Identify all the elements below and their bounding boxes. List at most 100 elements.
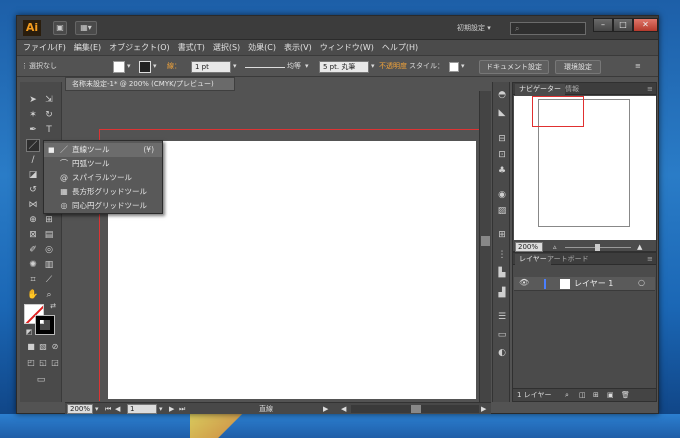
horizontal-scroll-thumb[interactable] (411, 405, 421, 413)
slice-tool-icon[interactable]: ⟋ (42, 274, 56, 287)
scroll-right-icon[interactable]: ▶ (481, 404, 486, 414)
page-dropdown-icon[interactable]: ▾ (159, 404, 163, 414)
transparency-icon[interactable]: ◐ (496, 348, 508, 359)
draw-inside-icon[interactable]: ◲ (48, 356, 62, 369)
flyout-item-line[interactable]: ■ ／ 直線ツール (¥) (44, 143, 162, 157)
scroll-left-icon[interactable]: ◀ (341, 404, 346, 414)
vertical-scroll-thumb[interactable] (481, 236, 490, 246)
style-dropdown-icon[interactable]: ▾ (461, 60, 465, 73)
document-tab[interactable]: 名称未設定-1* @ 200% (CMYK/プレビュー) (65, 77, 235, 91)
default-colors-icon[interactable]: ◩ (22, 326, 36, 339)
zoom-dropdown-icon[interactable]: ▾ (95, 404, 99, 414)
gradient-tool-icon[interactable]: ▤ (42, 229, 56, 242)
hand-tool-icon[interactable]: ✋ (26, 289, 40, 302)
new-layer-icon[interactable]: ▣ (607, 390, 614, 400)
menu-edit[interactable]: 編集(E) (74, 42, 101, 53)
paintbrush-icon[interactable]: ∕ (26, 154, 40, 167)
layers-stack-icon[interactable]: ▙ (496, 268, 508, 279)
screen-mode-icon[interactable]: ▭ (34, 374, 48, 387)
fill-swatch[interactable] (113, 61, 125, 73)
fill-dropdown-icon[interactable]: ▾ (127, 60, 131, 73)
menu-type[interactable]: 書式(T) (178, 42, 205, 53)
layer-target-icon[interactable]: ○ (638, 278, 645, 287)
arrange-documents-icon[interactable]: ▦▾ (75, 21, 97, 35)
variable-width-profile[interactable]: 均等 (287, 60, 301, 73)
artboards-icon[interactable]: ▟ (496, 288, 508, 299)
opacity-label[interactable]: 不透明度 (379, 60, 407, 73)
stroke-weight-field[interactable]: 1 pt (191, 61, 231, 73)
blend-tool-icon[interactable]: ◎ (42, 244, 56, 257)
canvas-area[interactable] (65, 91, 492, 401)
selection-tool-icon[interactable]: ➤ (26, 94, 40, 107)
navigator-zoom-field[interactable]: 200% (515, 242, 543, 252)
line-segment-tool-icon[interactable]: ／ (26, 139, 40, 152)
graphic-style-swatch[interactable] (449, 62, 459, 72)
locate-object-icon[interactable]: ⌕ (565, 390, 569, 400)
pathfinder-icon[interactable]: ⊞ (496, 230, 508, 241)
flyout-item-polar-grid[interactable]: ◎ 同心円グリッドツール (44, 199, 162, 213)
eyedropper-icon[interactable]: ✐ (26, 244, 40, 257)
none-mode-icon[interactable]: ⊘ (48, 340, 62, 353)
navigator-menu-icon[interactable]: ≡ (643, 84, 657, 95)
menu-select[interactable]: 選択(S) (213, 42, 240, 53)
close-button[interactable]: ✕ (633, 18, 658, 32)
artboard[interactable] (108, 141, 476, 399)
stroke-label[interactable]: 線： (167, 60, 181, 73)
tab-navigator[interactable]: ナビゲーター (515, 84, 565, 95)
transform-icon[interactable]: ⊡ (496, 150, 508, 161)
appearance-icon[interactable]: ◓ (496, 90, 508, 101)
horizontal-scrollbar[interactable] (351, 405, 479, 413)
navigator-view-box[interactable] (532, 96, 584, 127)
direct-selection-tool-icon[interactable]: ⇲ (42, 94, 56, 107)
color-icon[interactable]: ◉ (496, 190, 508, 201)
panel-menu-icon[interactable]: ≡ (635, 60, 641, 73)
document-setup-button[interactable]: ドキュメント設定 (479, 60, 549, 74)
artboard-number-field[interactable]: 1 (127, 404, 157, 414)
next-page-icon[interactable]: ▶ (169, 404, 174, 414)
stroke-panel-icon[interactable]: ☰ (496, 312, 508, 323)
mesh-tool-icon[interactable]: ⊠ (26, 229, 40, 242)
new-sublayer-icon[interactable]: ⊞ (593, 390, 599, 400)
pen-tool-icon[interactable]: ✒ (26, 124, 40, 137)
column-graph-icon[interactable]: ▥ (42, 259, 56, 272)
visibility-eye-icon[interactable]: 👁 (519, 278, 529, 287)
stroke-weight-dropdown-icon[interactable]: ▾ (233, 60, 237, 73)
minimize-button[interactable]: – (593, 18, 613, 32)
last-page-icon[interactable]: ⏭ (179, 404, 185, 414)
swatches-icon[interactable]: ▨ (496, 206, 508, 217)
align-icon[interactable]: ⊟ (496, 134, 508, 145)
maximize-button[interactable]: □ (613, 18, 633, 32)
width-tool-icon[interactable]: ⋈ (26, 199, 40, 212)
flyout-item-arc[interactable]: ⌒ 円弧ツール (44, 157, 162, 171)
gradient-panel-icon[interactable]: ▭ (496, 330, 508, 341)
delete-layer-icon[interactable]: 🗑 (621, 390, 630, 400)
menu-view[interactable]: 表示(V) (284, 42, 312, 53)
layer-row[interactable]: 👁 レイヤー 1 ○ (514, 277, 655, 291)
menu-help[interactable]: ヘルプ(H) (382, 42, 418, 53)
status-menu-icon[interactable]: ▶ (323, 404, 328, 414)
menu-window[interactable]: ウィンドウ(W) (320, 42, 374, 53)
stroke-dropdown-icon[interactable]: ▾ (153, 60, 157, 73)
menu-object[interactable]: オブジェクト(O) (109, 42, 170, 53)
brush-dropdown-icon[interactable]: ▾ (371, 60, 375, 73)
symbols-icon[interactable]: ♣ (496, 166, 508, 177)
zoom-out-icon[interactable]: ▵ (553, 242, 557, 252)
zoom-in-icon[interactable]: ▲ (637, 242, 642, 252)
tab-info[interactable]: 情報 (561, 84, 583, 95)
brushes-icon[interactable]: ⋮ (496, 250, 508, 261)
swap-fill-stroke-icon[interactable]: ⇄ (46, 300, 60, 313)
vertical-scrollbar[interactable] (479, 91, 491, 403)
workspace-switcher[interactable]: 初期設定 ▾ (457, 23, 491, 33)
lasso-icon[interactable]: ↻ (42, 109, 56, 122)
zoom-slider-handle[interactable] (595, 244, 600, 251)
search-input[interactable]: ⌕ (510, 22, 586, 35)
prev-page-icon[interactable]: ◀ (115, 404, 120, 414)
menu-file[interactable]: ファイル(F) (23, 42, 66, 53)
brush-definition[interactable]: 5 pt. 丸筆 (319, 61, 369, 73)
magic-wand-icon[interactable]: ✶ (26, 109, 40, 122)
layers-menu-icon[interactable]: ≡ (643, 254, 657, 265)
navigator-zoom-slider[interactable] (565, 244, 631, 251)
profile-dropdown-icon[interactable]: ▾ (305, 60, 309, 73)
stroke-color-box[interactable] (35, 315, 55, 335)
bridge-icon[interactable]: ▣ (53, 21, 67, 35)
